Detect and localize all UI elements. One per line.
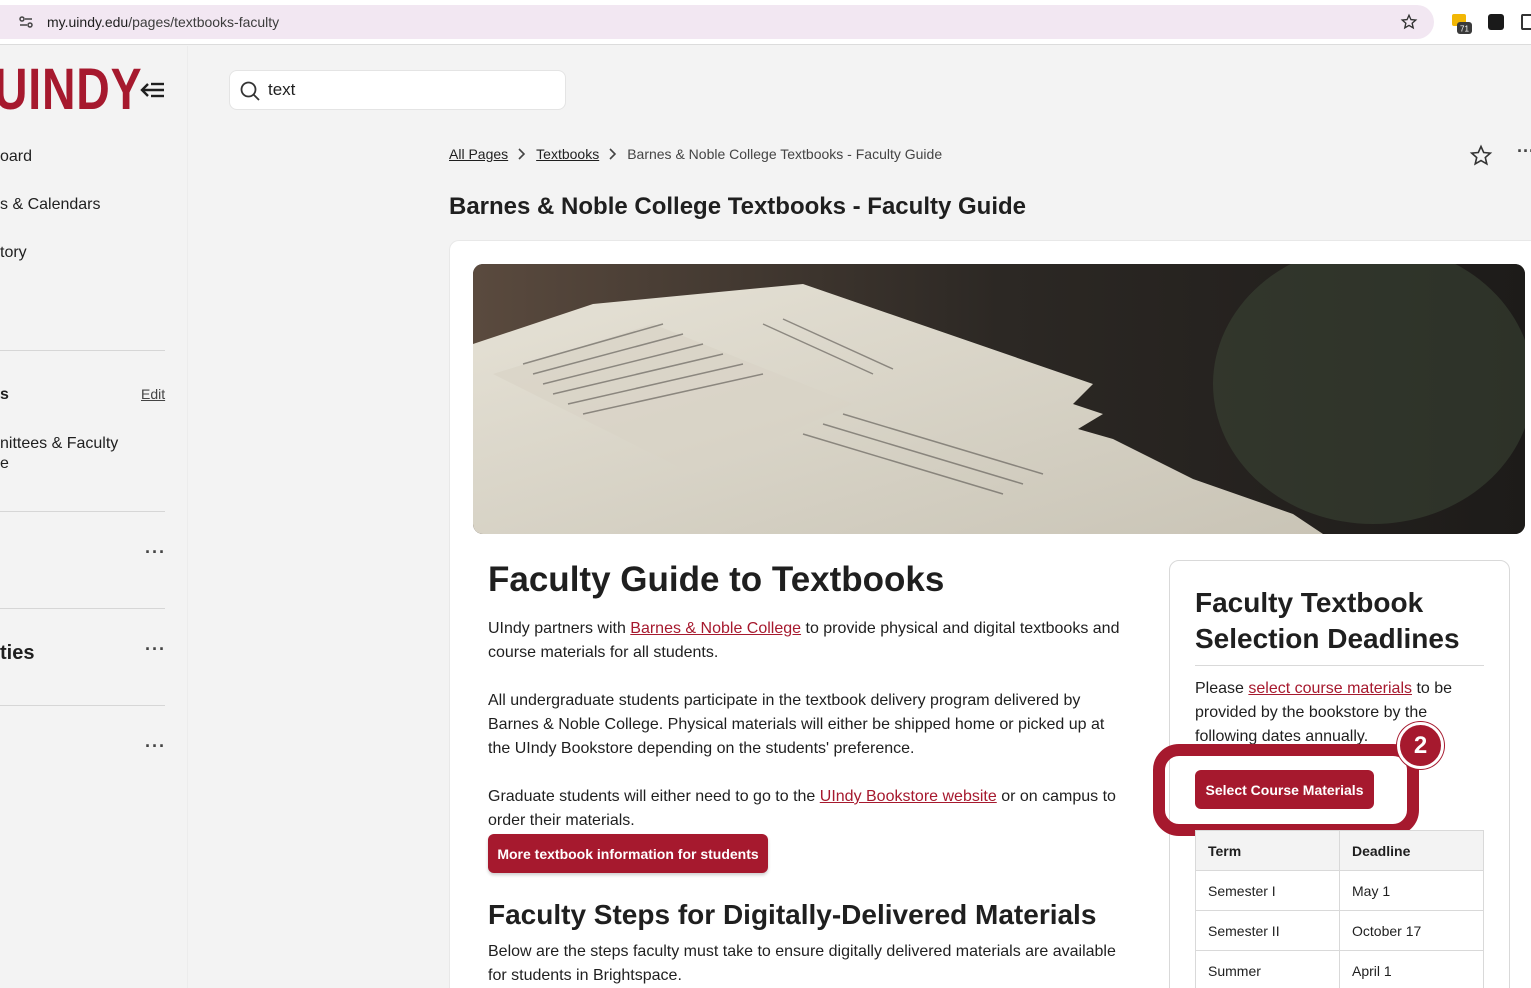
description-start: Please	[1195, 680, 1249, 697]
url-path: /pages/textbooks-faculty	[128, 14, 280, 30]
select-course-materials-link[interactable]: select course materials	[1248, 680, 1412, 697]
uindy-logo[interactable]: UINDY	[0, 60, 142, 120]
term-cell: Semester I	[1195, 870, 1340, 911]
barnes-noble-link[interactable]: Barnes & Noble College	[630, 620, 801, 637]
select-course-materials-button[interactable]: Select Course Materials	[1195, 770, 1374, 809]
sidebar-divider	[0, 350, 165, 351]
collapse-sidebar-icon[interactable]	[140, 80, 166, 100]
column-header-deadline: Deadline	[1339, 830, 1484, 871]
graduate-text-start: Graduate students will either need to go…	[488, 788, 820, 805]
bookstore-website-link[interactable]: UIndy Bookstore website	[820, 788, 997, 805]
column-header-term: Term	[1195, 830, 1340, 871]
favorite-item-committees-line2[interactable]: e	[0, 455, 9, 473]
page-title: Barnes & Noble College Textbooks - Facul…	[449, 193, 1026, 220]
extension-puzzle-icon[interactable]	[1521, 14, 1531, 30]
breadcrumb-all-pages[interactable]: All Pages	[449, 146, 508, 162]
sidebar-divider	[0, 608, 165, 609]
step-number-badge: 2	[1397, 722, 1444, 769]
bookmark-star-icon[interactable]	[1400, 13, 1418, 31]
table-row: Semester I May 1	[1195, 870, 1484, 911]
content-heading: Faculty Guide to Textbooks	[488, 560, 945, 599]
sidebar-item-calendars[interactable]: s & Calendars	[0, 196, 101, 214]
sidebar-item-directory[interactable]: tory	[0, 244, 27, 262]
search-box[interactable]	[229, 70, 566, 110]
breadcrumb-current: Barnes & Noble College Textbooks - Facul…	[627, 146, 943, 162]
section-more-button[interactable]: ···	[145, 542, 166, 563]
term-cell: Semester II	[1195, 910, 1340, 951]
extension-badge: 71	[1460, 25, 1469, 34]
intro-text-start: UIndy partners with	[488, 620, 631, 637]
search-input[interactable]	[268, 79, 548, 101]
favorites-edit-link[interactable]: Edit	[141, 386, 165, 402]
deadline-cell: May 1	[1339, 870, 1484, 911]
extension-arrow-icon[interactable]	[1488, 14, 1504, 30]
chevron-right-icon	[609, 148, 617, 160]
textbook-photo	[473, 264, 1525, 534]
chevron-right-icon	[518, 148, 526, 160]
panel-divider	[1195, 665, 1484, 666]
extension-icon[interactable]: 71	[1452, 14, 1472, 34]
site-settings-icon[interactable]	[18, 14, 34, 30]
url-text[interactable]: my.uindy.edu/pages/textbooks-faculty	[47, 14, 279, 30]
search-icon	[240, 81, 260, 101]
undergrad-paragraph: All undergraduate students participate i…	[488, 692, 1105, 757]
sidebar-divider	[0, 705, 165, 706]
deadlines-title: Faculty Textbook Selection Deadlines	[1195, 587, 1460, 654]
hero-image	[473, 264, 1525, 534]
deadline-cell: April 1	[1339, 950, 1484, 988]
digital-steps-paragraph: Below are the steps faculty must take to…	[488, 943, 1116, 984]
section-more-button[interactable]: ···	[145, 736, 166, 757]
favorites-title: s	[0, 386, 9, 403]
table-header-row: Term Deadline	[1195, 830, 1484, 871]
sidebar-item-dashboard[interactable]: oard	[0, 148, 32, 166]
section-heading-digital: Faculty Steps for Digitally-Delivered Ma…	[488, 899, 1097, 930]
deadline-cell: October 17	[1339, 910, 1484, 951]
section-more-button[interactable]: ···	[145, 639, 166, 660]
term-cell: Summer	[1195, 950, 1340, 988]
student-info-button[interactable]: More textbook information for students	[488, 834, 768, 873]
breadcrumb: All Pages Textbooks Barnes & Noble Colle…	[449, 146, 942, 162]
sidebar-divider	[0, 511, 165, 512]
table-row: Summer April 1	[1195, 950, 1484, 988]
deadlines-table: Term Deadline Semester I May 1 Semester …	[1195, 830, 1484, 988]
address-bar[interactable]: my.uindy.edu/pages/textbooks-faculty	[0, 5, 1434, 39]
intro-paragraph: UIndy partners with Barnes & Noble Colle…	[488, 617, 1128, 665]
url-host: my.uindy.edu	[47, 14, 129, 30]
browser-toolbar: my.uindy.edu/pages/textbooks-faculty 71	[0, 0, 1531, 45]
page-more-button[interactable]: ···	[1517, 141, 1531, 162]
breadcrumb-textbooks[interactable]: Textbooks	[536, 146, 599, 162]
section-title-communities[interactable]: ties	[0, 642, 34, 665]
favorite-item-committees[interactable]: nittees & Faculty	[0, 435, 118, 453]
graduate-paragraph: Graduate students will either need to go…	[488, 785, 1128, 833]
sidebar: UINDY oard s & Calendars tory s Edit nit…	[0, 46, 188, 988]
favorite-star-icon[interactable]	[1469, 144, 1493, 168]
table-row: Semester II October 17	[1195, 910, 1484, 951]
